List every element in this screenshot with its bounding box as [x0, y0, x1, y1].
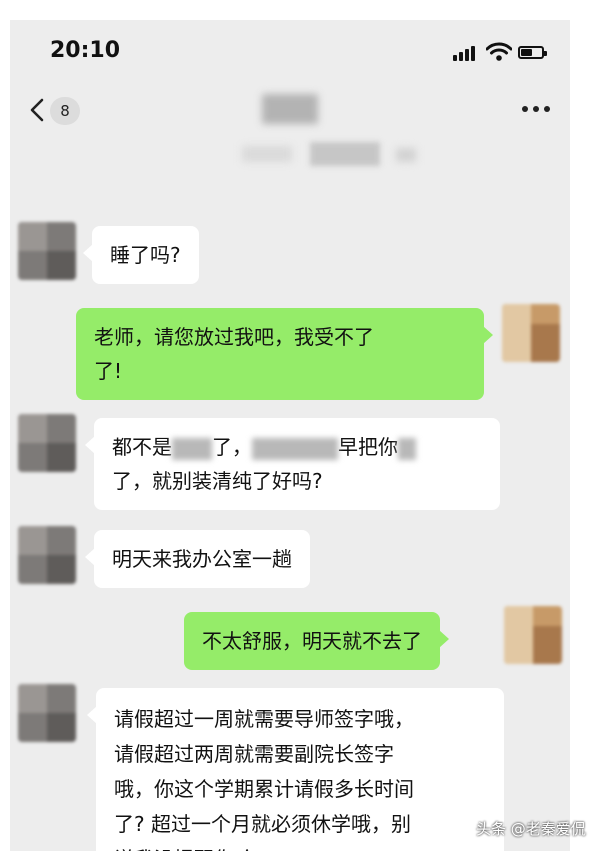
contact-avatar[interactable] [18, 526, 76, 584]
message-text: 不太舒服，明天就不去了 [202, 629, 422, 653]
timestamp-redacted [242, 146, 292, 162]
redacted-text [398, 437, 416, 460]
wifi-icon [486, 42, 512, 61]
back-icon[interactable] [26, 96, 50, 124]
chat-header: 8 [10, 82, 570, 138]
redacted-text [252, 437, 338, 460]
message-text: 哦，你这个学期累计请假多长时间 [114, 777, 414, 801]
message-text: 了? 超过一个月就必须休学哦，别 [114, 812, 411, 836]
incoming-message: 明天来我办公室一趟 [85, 530, 310, 588]
incoming-message: 都不是 了， 早把你 了，就别装清纯了好吗? [85, 418, 500, 510]
message-text: 说我没提醒你哈 [114, 842, 486, 851]
message-text: 明天来我办公室一趟 [112, 547, 292, 571]
message-text: 了，就别装清纯了好吗? [112, 469, 323, 493]
chat-screen: 20:10 8 睡了吗? 老师，请您放过我吧，我受不了 了! 都不是 了， 早把… [10, 20, 570, 851]
message-text: 老师，请您放过我吧，我受不了 [94, 325, 374, 349]
message-text: 了， [212, 435, 252, 459]
message-text: 请假超过两周就需要副院长签字 [114, 742, 394, 766]
message-text: 早把你 [338, 435, 398, 459]
timestamp-redacted [396, 148, 416, 162]
message-text: 请假超过一周就需要导师签字哦， [114, 707, 414, 731]
message-text: 都不是 [112, 435, 172, 459]
contact-avatar[interactable] [18, 684, 76, 742]
status-time: 20:10 [50, 38, 121, 63]
unread-count-badge[interactable]: 8 [50, 97, 80, 125]
contact-avatar[interactable] [18, 414, 76, 472]
timestamp-redacted [310, 142, 380, 166]
outgoing-message: 不太舒服，明天就不去了 [184, 612, 449, 670]
status-bar: 20:10 [10, 20, 570, 82]
contact-name-redacted [262, 94, 318, 124]
outgoing-message: 老师，请您放过我吧，我受不了 了! [76, 308, 493, 400]
contact-avatar[interactable] [18, 222, 76, 280]
watermark: 头条 @老秦爱侃 [476, 820, 586, 838]
my-avatar[interactable] [502, 304, 560, 362]
battery-icon [518, 46, 547, 59]
my-avatar[interactable] [504, 606, 562, 664]
incoming-message: 请假超过一周就需要导师签字哦， 请假超过两周就需要副院长签字 哦，你这个学期累计… [87, 688, 504, 851]
message-text: 睡了吗? [110, 243, 181, 267]
redacted-text [172, 437, 212, 460]
incoming-message: 睡了吗? [83, 226, 199, 284]
cellular-signal-icon [453, 45, 479, 61]
message-text: 了! [94, 359, 123, 383]
more-options-icon[interactable] [522, 106, 552, 114]
